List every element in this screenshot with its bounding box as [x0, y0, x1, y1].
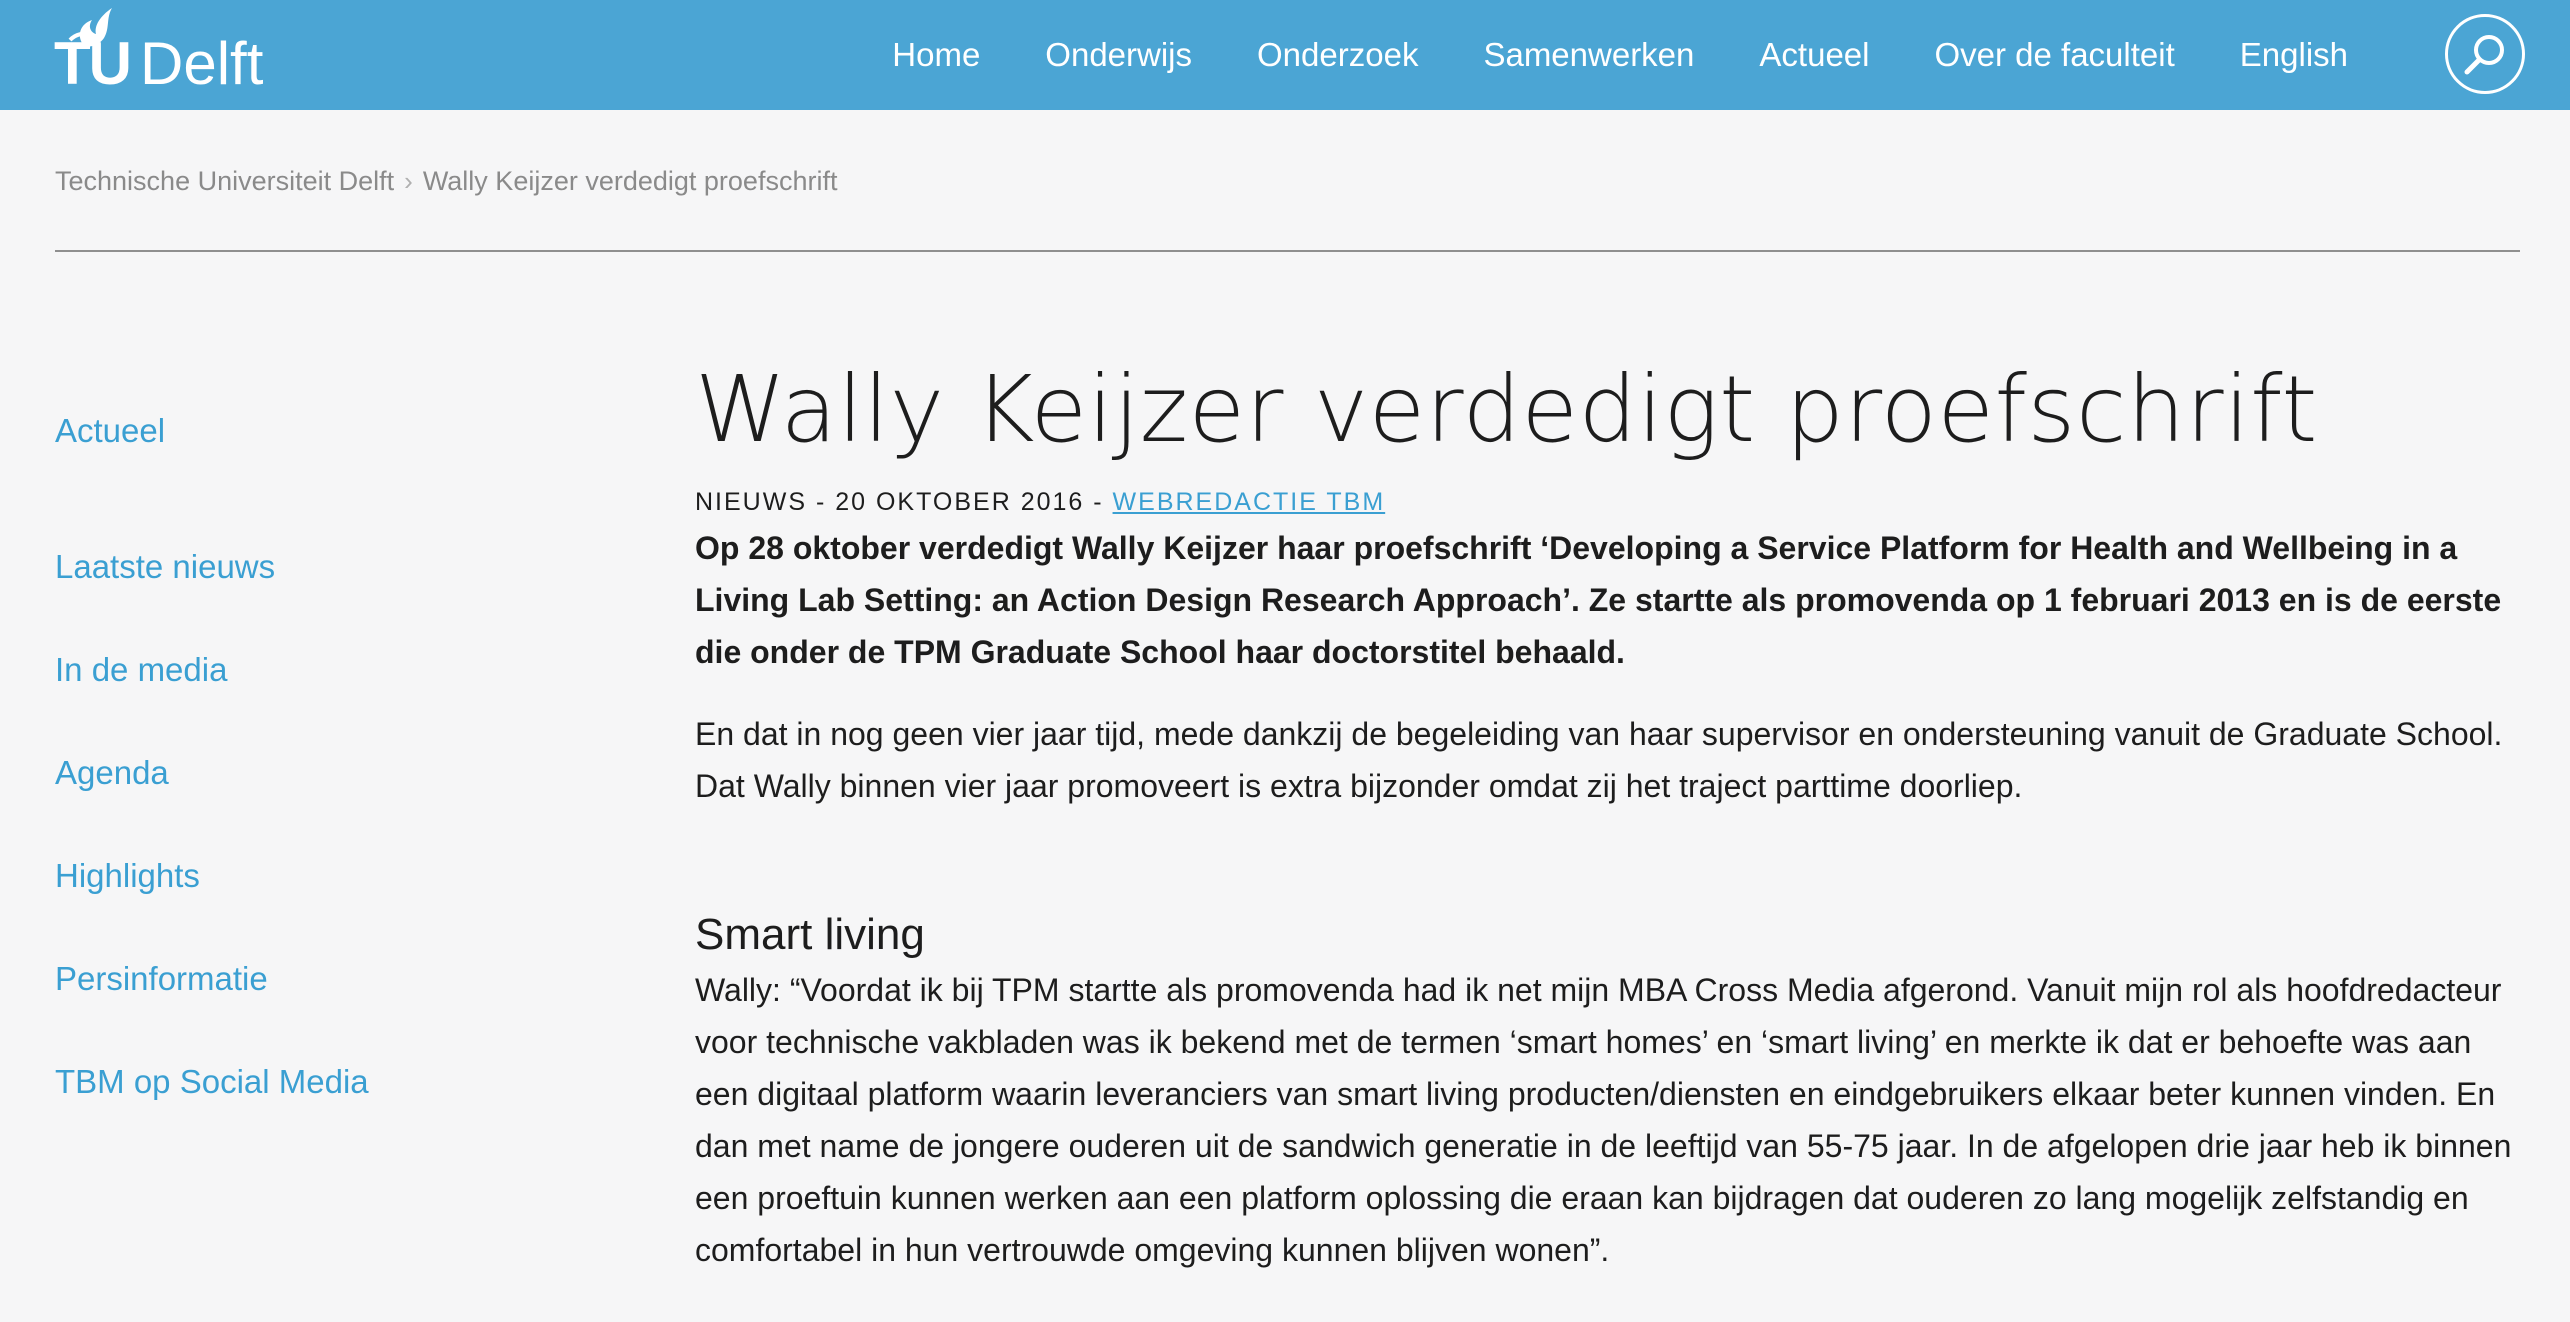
nav-onderwijs[interactable]: Onderwijs — [1045, 36, 1192, 74]
breadcrumb-current: Wally Keijzer verdedigt proefschrift — [422, 165, 838, 196]
nav-over-de-faculteit[interactable]: Over de faculteit — [1934, 36, 2174, 74]
article-paragraph: Wally: “Voordat ik bij TPM startte als p… — [695, 972, 2512, 1268]
nav-samenwerken[interactable]: Samenwerken — [1483, 36, 1694, 74]
nav-onderzoek[interactable]: Onderzoek — [1257, 36, 1418, 74]
sidebar-item-actueel[interactable]: Actueel — [55, 412, 165, 450]
search-button[interactable] — [2445, 14, 2525, 94]
author-link[interactable]: WEBREDACTIE TBM — [1113, 488, 1386, 516]
breadcrumb-home[interactable]: Technische Universiteit Delft — [55, 166, 394, 197]
site-header: TU Delft Home Onderwijs Onderzoek Samenw… — [0, 0, 2570, 110]
sidebar-item-agenda[interactable]: Agenda — [55, 754, 169, 792]
search-icon — [2464, 35, 2504, 75]
logo-tu-text: TU — [54, 30, 132, 97]
nav-home[interactable]: Home — [892, 36, 980, 74]
sidebar-item-persinformatie[interactable]: Persinformatie — [55, 960, 268, 998]
sidebar-item-laatste-nieuws[interactable]: Laatste nieuws — [55, 548, 275, 586]
sidebar-item-in-de-media[interactable]: In de media — [55, 651, 227, 689]
breadcrumb: Technische Universiteit Delft › Wally Ke… — [55, 163, 837, 199]
main-nav: Home Onderwijs Onderzoek Samenwerken Act… — [892, 0, 2348, 110]
tu-delft-logo[interactable]: TU Delft — [54, 6, 284, 96]
article-meta: NIEUWS - 20 OKTOBER 2016 - WEBREDACTIE T… — [695, 488, 1385, 517]
section-heading: Smart living — [695, 910, 925, 959]
article-lead: Op 28 oktober verdedigt Wally Keijzer ha… — [695, 530, 2502, 670]
logo-delft-text: Delft — [140, 30, 264, 97]
divider — [55, 250, 2520, 252]
article-paragraph: En dat in nog geen vier jaar tijd, mede … — [695, 716, 2503, 804]
chevron-right-icon: › — [404, 165, 413, 196]
page-title: Wally Keijzer verdedigt proefschrift — [695, 356, 2318, 463]
nav-actueel[interactable]: Actueel — [1759, 36, 1869, 74]
sidebar-item-tbm-social-media[interactable]: TBM op Social Media — [55, 1063, 369, 1101]
sidebar-item-highlights[interactable]: Highlights — [55, 857, 200, 895]
nav-english[interactable]: English — [2240, 36, 2348, 74]
article-date: NIEUWS - 20 OKTOBER 2016 - — [695, 488, 1113, 516]
